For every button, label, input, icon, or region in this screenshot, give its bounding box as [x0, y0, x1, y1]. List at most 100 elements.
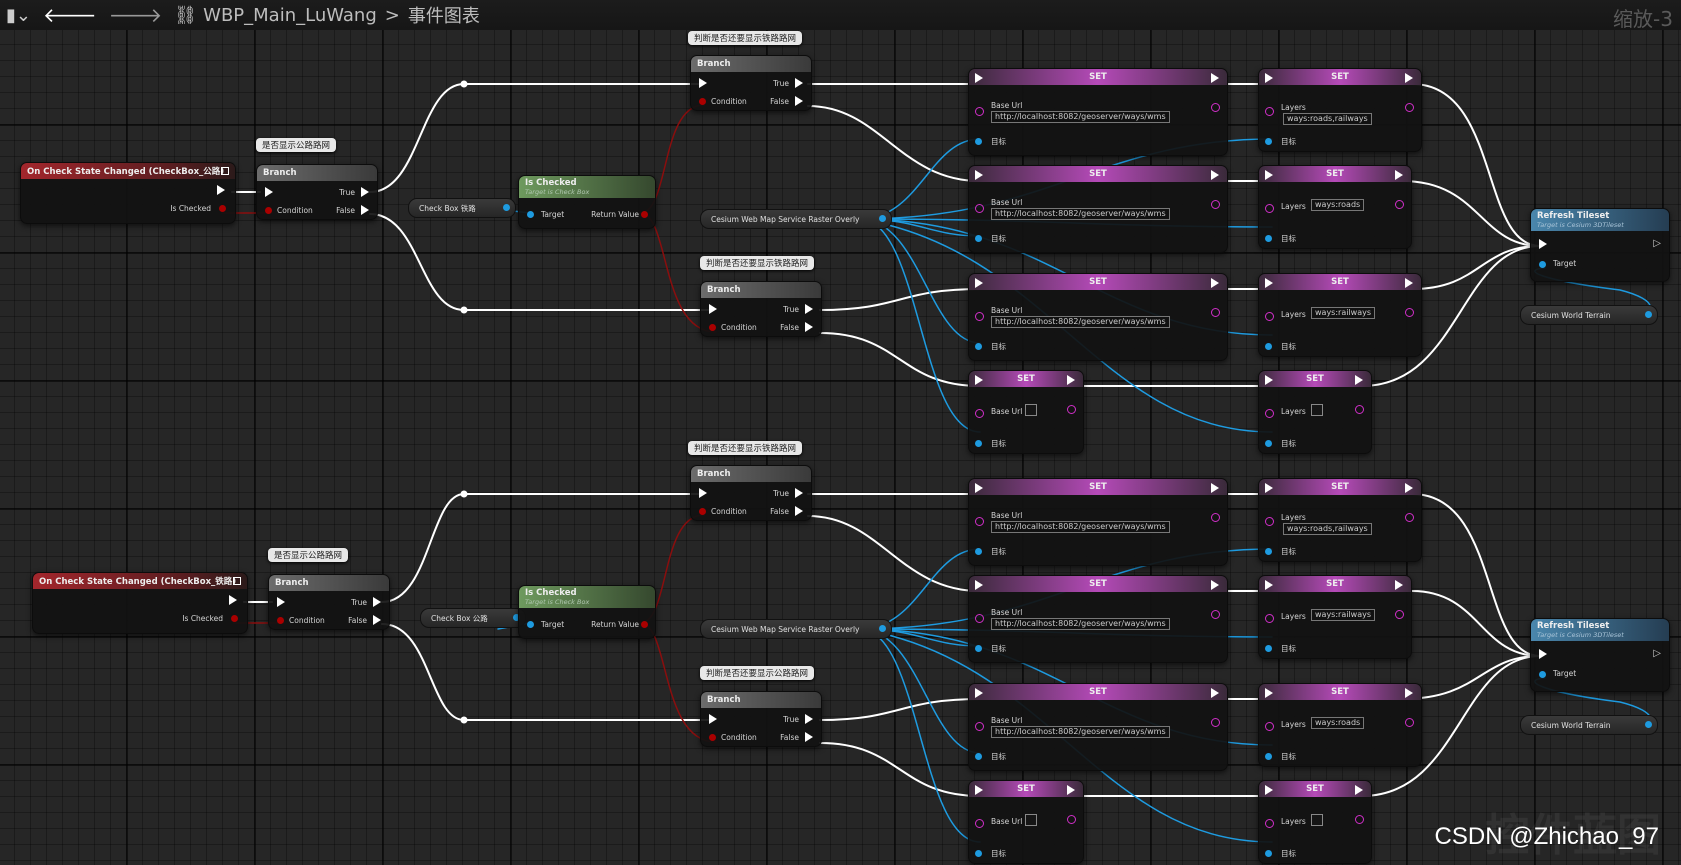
branch-node[interactable]: Branch True Condition False	[700, 281, 822, 337]
exec-pin[interactable]	[361, 205, 369, 215]
data-pin[interactable]	[1539, 671, 1546, 678]
data-pin[interactable]	[1539, 261, 1546, 268]
set-node[interactable]: SET Base Url http://localhost:8082/geoserv…	[968, 165, 1228, 253]
exec-pin[interactable]	[1211, 580, 1219, 590]
data-pin[interactable]	[1265, 138, 1272, 145]
set-input-pin[interactable]	[975, 312, 984, 321]
set-node[interactable]: SET Base Url 目标	[968, 370, 1084, 454]
exec-pin[interactable]	[1395, 580, 1403, 590]
object-pin[interactable]	[503, 204, 510, 211]
base-url-empty-field[interactable]	[1025, 814, 1037, 826]
set-node[interactable]: SET Base Url http://localhost:8082/geoserv…	[968, 683, 1228, 771]
terrain-variable[interactable]: Cesium World Terrain	[1520, 305, 1658, 325]
set-input-pin[interactable]	[1265, 312, 1274, 321]
exec-pin[interactable]	[1067, 785, 1075, 795]
layers-field[interactable]: ways:roads,railways	[1283, 523, 1372, 535]
set-input-pin[interactable]	[1265, 204, 1274, 213]
object-pin[interactable]	[1645, 721, 1652, 728]
set-output-pin[interactable]	[1211, 200, 1220, 209]
exec-pin[interactable]	[805, 304, 813, 314]
bookmark-icon[interactable]: ▮⌄	[6, 5, 31, 26]
comment-bubble[interactable]: 是否显示公路路网	[256, 138, 337, 152]
exec-pin[interactable]	[1211, 170, 1219, 180]
set-input-pin[interactable]	[975, 409, 984, 418]
exec-pin[interactable]	[1265, 688, 1273, 698]
branch-node[interactable]: Branch True Condition False	[256, 164, 378, 220]
comment-bubble[interactable]: 判断是否还要显示铁路路网	[688, 441, 803, 455]
branch-node[interactable]: Branch True Condition False	[690, 465, 812, 521]
exec-pin[interactable]	[975, 483, 983, 493]
event-node[interactable]: On Check State Changed (CheckBox_铁路) Is C…	[32, 572, 248, 634]
data-pin[interactable]	[975, 343, 982, 350]
set-output-pin[interactable]	[1211, 513, 1220, 522]
exec-pin[interactable]	[709, 304, 717, 314]
exec-pin[interactable]	[1265, 580, 1273, 590]
is-checked-node[interactable]: Is Checked Target is Check Box Target Retur…	[518, 175, 656, 229]
layers-field[interactable]: ways:railways	[1311, 609, 1376, 621]
set-output-pin[interactable]	[1355, 405, 1364, 414]
data-pin[interactable]	[709, 324, 716, 331]
set-output-pin[interactable]	[1067, 815, 1076, 824]
exec-pin[interactable]	[805, 732, 813, 742]
exec-pin[interactable]	[229, 595, 237, 605]
exec-pin[interactable]	[805, 714, 813, 724]
base-url-field[interactable]: http://localhost:8082/geoserver/ways/wms	[991, 208, 1170, 220]
breadcrumb-graph[interactable]: 事件图表	[408, 2, 480, 28]
exec-pin[interactable]	[217, 185, 225, 195]
set-input-pin[interactable]	[975, 722, 984, 731]
set-input-pin[interactable]	[975, 819, 984, 828]
branch-node[interactable]: Branch True Condition False	[268, 574, 390, 630]
layers-field[interactable]: ways:railways	[1311, 307, 1376, 319]
exec-pin[interactable]	[1395, 170, 1403, 180]
comment-bubble[interactable]: 判断是否还要显示铁路路网	[700, 256, 815, 270]
exec-pin[interactable]	[975, 580, 983, 590]
exec-pin[interactable]	[1265, 278, 1273, 288]
set-input-pin[interactable]	[975, 204, 984, 213]
data-pin[interactable]	[1265, 753, 1272, 760]
exec-out-icon[interactable]: ▷	[1653, 648, 1661, 659]
set-node[interactable]: SET Base Url 目标	[968, 780, 1084, 864]
set-node[interactable]: SET Layers 目标	[1258, 780, 1372, 864]
exec-pin[interactable]	[1539, 649, 1547, 659]
set-input-pin[interactable]	[975, 107, 984, 116]
layers-empty-field[interactable]	[1311, 814, 1323, 826]
object-pin[interactable]	[1645, 311, 1652, 318]
set-node[interactable]: SET Base Url http://localhost:8082/geoserv…	[968, 68, 1228, 156]
wms-overlay-variable[interactable]: Cesium Web Map Service Raster Overly	[700, 619, 892, 639]
data-pin[interactable]	[975, 138, 982, 145]
exec-pin[interactable]	[699, 78, 707, 88]
branch-node[interactable]: Branch True Condition False	[690, 55, 812, 111]
exec-pin[interactable]	[1355, 375, 1363, 385]
layers-field[interactable]: ways:roads	[1311, 717, 1365, 729]
set-input-pin[interactable]	[1265, 517, 1274, 526]
set-node[interactable]: SET Layers ways:railways 目标	[1258, 273, 1422, 357]
data-pin[interactable]	[975, 850, 982, 857]
exec-pin[interactable]	[795, 506, 803, 516]
set-node[interactable]: SET Layers ways:roads,railways 目标	[1258, 68, 1422, 152]
exec-pin[interactable]	[1211, 278, 1219, 288]
exec-pin[interactable]	[373, 597, 381, 607]
exec-pin[interactable]	[1405, 483, 1413, 493]
set-output-pin[interactable]	[1405, 718, 1414, 727]
set-output-pin[interactable]	[1211, 610, 1220, 619]
back-arrow-icon[interactable]: 🡐	[43, 3, 97, 27]
base-url-field[interactable]: http://localhost:8082/geoserver/ways/wms	[991, 521, 1170, 533]
set-output-pin[interactable]	[1211, 718, 1220, 727]
exec-pin[interactable]	[265, 187, 273, 197]
exec-pin[interactable]	[1265, 73, 1273, 83]
base-url-field[interactable]: http://localhost:8082/geoserver/ways/wms	[991, 618, 1170, 630]
object-pin[interactable]	[879, 215, 886, 222]
exec-pin[interactable]	[1211, 73, 1219, 83]
exec-pin[interactable]	[1405, 688, 1413, 698]
exec-pin[interactable]	[1405, 278, 1413, 288]
checkbox-variable[interactable]: Check Box 公路	[420, 608, 526, 628]
set-output-pin[interactable]	[1405, 513, 1414, 522]
exec-pin[interactable]	[1355, 785, 1363, 795]
forward-arrow-icon[interactable]: 🡒	[109, 3, 163, 27]
data-pin[interactable]	[699, 98, 706, 105]
exec-pin[interactable]	[373, 615, 381, 625]
set-node[interactable]: SET Layers ways:railways 目标	[1258, 575, 1412, 659]
exec-pin[interactable]	[795, 96, 803, 106]
set-output-pin[interactable]	[1405, 308, 1414, 317]
exec-pin[interactable]	[709, 714, 717, 724]
